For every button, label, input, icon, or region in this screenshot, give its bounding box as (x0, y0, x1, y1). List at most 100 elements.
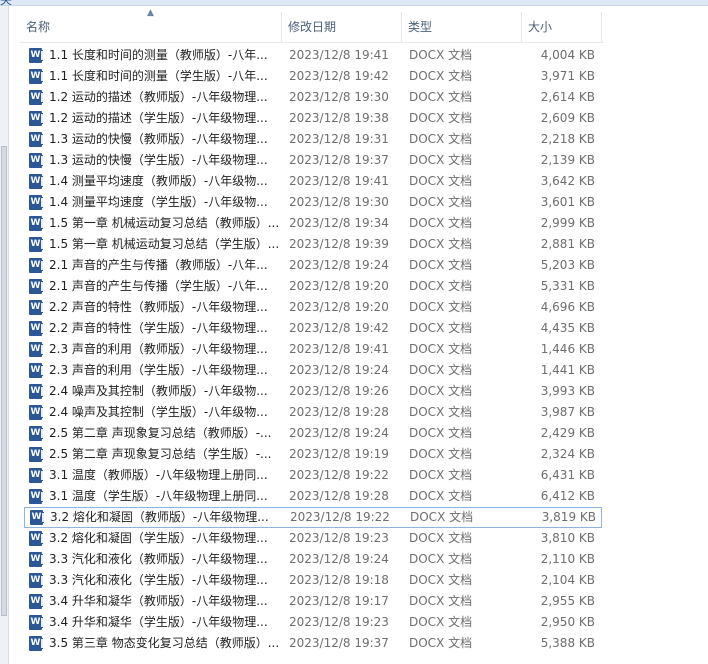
file-modified-date: 2023/12/8 19:41 (289, 48, 389, 62)
docx-file-icon: W (29, 468, 43, 483)
file-row[interactable]: W 1.5 第一章 机械运动复习总结（学生版）... 2023/12/8 19:39… (24, 234, 602, 255)
file-row[interactable]: W 1.2 运动的描述（教师版）-八年级物理... 2023/12/8 19:30 D… (24, 87, 602, 108)
file-row[interactable]: W 3.2 熔化和凝固（教师版）-八年级物理... 2023/12/8 19:22 D… (24, 507, 602, 528)
file-row[interactable]: W 1.1 长度和时间的测量（学生版）-八年... 2023/12/8 19:42 D… (24, 66, 602, 87)
file-size: 3,987 KB (540, 405, 595, 419)
file-name[interactable]: 3.5 第三章 物态变化复习总结（教师版）... (49, 633, 289, 654)
file-name[interactable]: 3.1 温度（学生版）-八年级物理上册同... (49, 486, 289, 507)
file-name[interactable]: 3.2 熔化和凝固（学生版）-八年级物理... (49, 528, 289, 549)
docx-file-icon: W (29, 636, 43, 651)
file-type: DOCX 文档 (409, 594, 473, 608)
column-header-type[interactable]: 类型 (402, 12, 522, 42)
file-row[interactable]: W 1.2 运动的描述（学生版）-八年级物理... 2023/12/8 19:38 D… (24, 108, 602, 129)
file-row[interactable]: W 3.1 温度（教师版）-八年级物理上册同... 2023/12/8 19:22 D… (24, 465, 602, 486)
file-name[interactable]: 1.5 第一章 机械运动复习总结（教师版）... (49, 213, 289, 234)
file-name[interactable]: 2.5 第二章 声现象复习总结（教师版）-... (49, 423, 289, 444)
file-row[interactable]: W 3.1 温度（学生版）-八年级物理上册同... 2023/12/8 19:28 D… (24, 486, 602, 507)
file-name[interactable]: 2.1 声音的产生与传播（学生版）-八年... (49, 276, 289, 297)
file-row[interactable]: W 2.3 声音的利用（学生版）-八年级物理... 2023/12/8 19:24 D… (24, 360, 602, 381)
column-header-size[interactable]: 大小 (522, 12, 602, 42)
file-name[interactable]: 3.4 升华和凝华（学生版）-八年级物理... (49, 612, 289, 633)
file-name[interactable]: 2.2 声音的特性（学生版）-八年级物理... (49, 318, 289, 339)
file-type: DOCX 文档 (409, 468, 473, 482)
file-row[interactable]: W 2.4 噪声及其控制（教师版）-八年级物... 2023/12/8 19:26 D… (24, 381, 602, 402)
file-modified-date: 2023/12/8 19:19 (289, 447, 389, 461)
file-name[interactable]: 3.2 熔化和凝固（教师版）-八年级物理... (50, 507, 290, 528)
file-name[interactable]: 2.3 声音的利用（教师版）-八年级物理... (49, 339, 289, 360)
file-type: DOCX 文档 (409, 447, 473, 461)
file-row[interactable]: W 1.5 第一章 机械运动复习总结（教师版）... 2023/12/8 19:34… (24, 213, 602, 234)
file-name[interactable]: 1.5 第一章 机械运动复习总结（学生版）... (49, 234, 289, 255)
file-row[interactable]: W 1.4 测量平均速度（学生版）-八年级物... 2023/12/8 19:30 D… (24, 192, 602, 213)
file-row[interactable]: W 2.2 声音的特性（教师版）-八年级物理... 2023/12/8 19:20 D… (24, 297, 602, 318)
file-row[interactable]: W 3.5 第三章 物态变化复习总结（教师版）... 2023/12/8 19:37… (24, 633, 602, 654)
file-name[interactable]: 2.3 声音的利用（学生版）-八年级物理... (49, 360, 289, 381)
file-name[interactable]: 3.4 升华和凝华（教师版）-八年级物理... (49, 591, 289, 612)
file-row[interactable]: W 2.5 第二章 声现象复习总结（教师版）-... 2023/12/8 19:24… (24, 423, 602, 444)
file-size: 1,441 KB (540, 363, 595, 377)
file-row[interactable]: W 2.4 噪声及其控制（学生版）-八年级物... 2023/12/8 19:28 D… (24, 402, 602, 423)
file-row[interactable]: W 2.1 声音的产生与传播（教师版）-八年... 2023/12/8 19:24 D… (24, 255, 602, 276)
file-row[interactable]: W 3.3 汽化和液化（学生版）-八年级物理... 2023/12/8 19:18 D… (24, 570, 602, 591)
file-row[interactable]: W 3.2 熔化和凝固（学生版）-八年级物理... 2023/12/8 19:23 D… (24, 528, 602, 549)
file-name[interactable]: 1.4 测量平均速度（学生版）-八年级物... (49, 192, 289, 213)
file-name[interactable]: 2.1 声音的产生与传播（教师版）-八年... (49, 255, 289, 276)
file-modified-date: 2023/12/8 19:28 (289, 405, 389, 419)
file-name[interactable]: 3.3 汽化和液化（学生版）-八年级物理... (49, 570, 289, 591)
file-name[interactable]: 1.2 运动的描述（教师版）-八年级物理... (49, 87, 289, 108)
file-modified-date: 2023/12/8 19:20 (289, 279, 389, 293)
file-icon-cell: W (27, 45, 43, 66)
docx-file-icon: W (29, 132, 43, 147)
file-type: DOCX 文档 (409, 237, 473, 251)
scrollbar-thumb[interactable] (1, 146, 7, 616)
file-row[interactable]: W 1.1 长度和时间的测量（教师版）-八年... 2023/12/8 19:41 D… (24, 45, 602, 66)
file-type: DOCX 文档 (409, 132, 473, 146)
file-name[interactable]: 2.4 噪声及其控制（教师版）-八年级物... (49, 381, 289, 402)
file-name[interactable]: 1.1 长度和时间的测量（教师版）-八年... (49, 45, 289, 66)
file-icon-cell: W (27, 591, 43, 612)
file-size: 3,971 KB (540, 69, 595, 83)
file-type: DOCX 文档 (409, 300, 473, 314)
file-name[interactable]: 2.5 第二章 声现象复习总结（学生版）-... (49, 444, 289, 465)
file-name[interactable]: 1.3 运动的快慢（学生版）-八年级物理... (49, 150, 289, 171)
file-row[interactable]: W 2.1 声音的产生与传播（学生版）-八年... 2023/12/8 19:20 D… (24, 276, 602, 297)
file-modified-date: 2023/12/8 19:37 (289, 153, 389, 167)
file-row[interactable]: W 1.3 运动的快慢（教师版）-八年级物理... 2023/12/8 19:31 D… (24, 129, 602, 150)
file-type: DOCX 文档 (409, 426, 473, 440)
file-modified-date: 2023/12/8 19:23 (289, 531, 389, 545)
docx-file-icon: W (29, 153, 43, 168)
column-header-date[interactable]: 修改日期 (282, 12, 402, 42)
file-type: DOCX 文档 (409, 174, 473, 188)
file-row[interactable]: W 3.3 汽化和液化（教师版）-八年级物理... 2023/12/8 19:24 D… (24, 549, 602, 570)
file-name[interactable]: 1.1 长度和时间的测量（学生版）-八年... (49, 66, 289, 87)
file-icon-cell: W (27, 171, 43, 192)
file-name[interactable]: 3.1 温度（教师版）-八年级物理上册同... (49, 465, 289, 486)
column-header-name[interactable]: 名称 (20, 12, 282, 42)
docx-file-icon: W (29, 363, 43, 378)
left-scrollbar[interactable] (0, 6, 9, 664)
file-type: DOCX 文档 (409, 363, 473, 377)
file-name[interactable]: 3.3 汽化和液化（教师版）-八年级物理... (49, 549, 289, 570)
file-modified-date: 2023/12/8 19:22 (289, 468, 389, 482)
file-row[interactable]: W 2.3 声音的利用（教师版）-八年级物理... 2023/12/8 19:41 D… (24, 339, 602, 360)
file-row[interactable]: W 1.3 运动的快慢（学生版）-八年级物理... 2023/12/8 19:37 D… (24, 150, 602, 171)
file-row[interactable]: W 1.4 测量平均速度（教师版）-八年级物... 2023/12/8 19:41 D… (24, 171, 602, 192)
file-row[interactable]: W 2.2 声音的特性（学生版）-八年级物理... 2023/12/8 19:42 D… (24, 318, 602, 339)
file-row[interactable]: W 3.4 升华和凝华（教师版）-八年级物理... 2023/12/8 19:17 D… (24, 591, 602, 612)
file-name[interactable]: 2.4 噪声及其控制（学生版）-八年级物... (49, 402, 289, 423)
file-name[interactable]: 1.4 测量平均速度（教师版）-八年级物... (49, 171, 289, 192)
docx-file-icon: W (29, 489, 43, 504)
file-icon-cell: W (27, 360, 43, 381)
file-name[interactable]: 2.2 声音的特性（教师版）-八年级物理... (49, 297, 289, 318)
file-type: DOCX 文档 (409, 531, 473, 545)
file-row[interactable]: W 2.5 第二章 声现象复习总结（学生版）-... 2023/12/8 19:19… (24, 444, 602, 465)
docx-file-icon: W (29, 321, 43, 336)
file-name[interactable]: 1.3 运动的快慢（教师版）-八年级物理... (49, 129, 289, 150)
file-row[interactable]: W 3.4 升华和凝华（学生版）-八年级物理... 2023/12/8 19:23 D… (24, 612, 602, 633)
file-modified-date: 2023/12/8 19:28 (289, 489, 389, 503)
file-modified-date: 2023/12/8 19:18 (289, 573, 389, 587)
file-name[interactable]: 1.2 运动的描述（学生版）-八年级物理... (49, 108, 289, 129)
file-modified-date: 2023/12/8 19:24 (289, 258, 389, 272)
file-modified-date: 2023/12/8 19:39 (289, 237, 389, 251)
docx-file-icon: W (29, 258, 43, 273)
